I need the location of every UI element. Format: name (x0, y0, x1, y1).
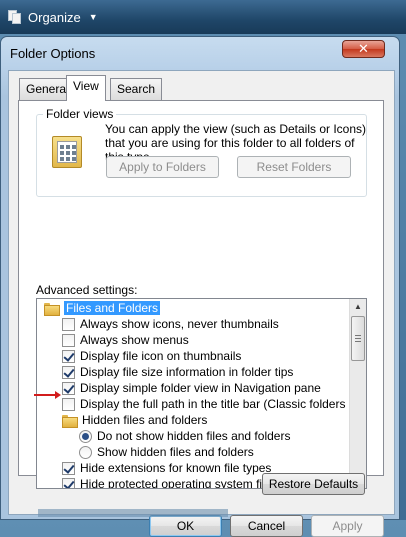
option-show-hidden[interactable]: Show hidden files and folders (79, 444, 254, 460)
option-label: Display the full path in the title bar (… (80, 397, 367, 411)
tab-search[interactable]: Search (110, 78, 163, 100)
option-label: Display file size information in folder … (80, 365, 294, 379)
folder-views-label: Folder views (43, 107, 117, 121)
option-label: Always show icons, never thumbnails (80, 317, 279, 331)
advanced-settings-tree[interactable]: Files and Folders Always show icons, nev… (36, 298, 367, 489)
explorer-toolbar: Organize ▼ (0, 0, 406, 34)
apply-to-folders-button[interactable]: Apply to Folders (106, 156, 219, 178)
folder-icon (44, 302, 60, 316)
option-hide-extensions[interactable]: Hide extensions for known file types (62, 460, 271, 476)
dialog-client-area: General View Search Folder views You can… (8, 70, 395, 537)
folder-options-dialog: Folder Options ✕ General View Search Fol… (0, 36, 400, 537)
option-display-file-icon[interactable]: Display file icon on thumbnails (62, 348, 241, 364)
checkbox[interactable] (62, 397, 75, 411)
option-always-show-icons[interactable]: Always show icons, never thumbnails (62, 316, 279, 332)
option-simple-folder-view[interactable]: Display simple folder view in Navigation… (62, 380, 321, 396)
checkbox[interactable] (62, 349, 75, 363)
tree-scrollbar[interactable]: ▲ ▼ (349, 299, 366, 488)
option-label: Always show menus (80, 333, 189, 347)
reset-folders-button[interactable]: Reset Folders (237, 156, 351, 178)
cancel-button[interactable]: Cancel (230, 515, 303, 537)
annotation-arrow (34, 391, 61, 399)
option-label: Show hidden files and folders (97, 445, 254, 459)
checkbox[interactable] (62, 381, 75, 395)
close-icon: ✕ (358, 41, 369, 56)
option-label: Display file icon on thumbnails (80, 349, 242, 363)
tree-item-label: Files and Folders (64, 301, 161, 315)
scroll-thumb[interactable] (351, 316, 365, 361)
close-button[interactable]: ✕ (342, 40, 385, 58)
tree-item-label: Hidden files and folders (82, 413, 208, 427)
option-display-file-size[interactable]: Display file size information in folder … (62, 364, 293, 380)
option-always-show-menus[interactable]: Always show menus (62, 332, 189, 348)
organize-icon (8, 10, 22, 24)
background-strip (38, 509, 228, 517)
radio-button[interactable] (79, 429, 92, 443)
option-label: Display simple folder view in Navigation… (80, 381, 321, 395)
option-label: Do not show hidden files and folders (97, 429, 291, 443)
ok-button[interactable]: OK (149, 515, 222, 537)
folder-views-icon (52, 136, 82, 168)
tab-view[interactable]: View (66, 75, 106, 101)
checkbox[interactable] (62, 477, 75, 488)
tree-item-files-and-folders[interactable]: Files and Folders (44, 300, 161, 316)
dialog-title: Folder Options (10, 46, 96, 61)
checkbox[interactable] (62, 461, 75, 475)
chevron-down-icon: ▼ (88, 12, 98, 22)
radio-button[interactable] (79, 445, 92, 459)
scroll-up-icon[interactable]: ▲ (350, 299, 366, 315)
view-tab-panel: Folder views You can apply the view (suc… (18, 100, 384, 489)
checkbox[interactable] (62, 333, 75, 347)
tree-item-hidden-files[interactable]: Hidden files and folders (62, 412, 207, 428)
organize-label: Organize (28, 9, 81, 25)
organize-button[interactable]: Organize ▼ (8, 10, 98, 25)
apply-button[interactable]: Apply (311, 515, 384, 537)
checkbox[interactable] (62, 317, 75, 331)
restore-defaults-button[interactable]: Restore Defaults (262, 473, 365, 495)
option-full-path-title-bar[interactable]: Display the full path in the title bar (… (62, 396, 367, 412)
folder-icon (62, 414, 78, 428)
option-label: Hide extensions for known file types (80, 461, 272, 475)
checkbox[interactable] (62, 365, 75, 379)
folder-views-group: Folder views You can apply the view (suc… (36, 107, 367, 197)
advanced-settings-label: Advanced settings: (36, 283, 138, 297)
option-do-not-show-hidden[interactable]: Do not show hidden files and folders (79, 428, 290, 444)
